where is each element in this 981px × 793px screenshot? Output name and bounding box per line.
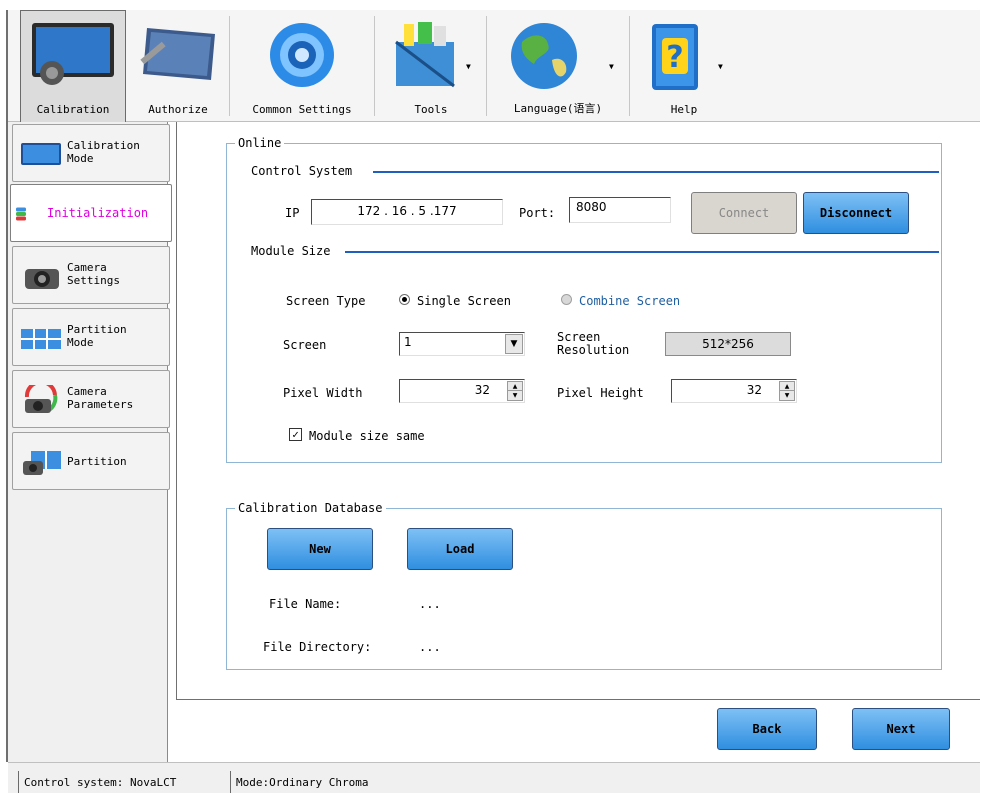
online-group: Online Control System IP 172 . 16 . 5 .1… xyxy=(226,136,942,463)
grid-icon xyxy=(21,329,61,349)
main-toolbar: Calibration Authorize Common Settings ▼ … xyxy=(8,10,980,122)
load-button[interactable]: Load xyxy=(407,528,513,570)
camera-partition-icon xyxy=(23,451,61,475)
spin-up-icon[interactable]: ▲ xyxy=(508,382,522,391)
sidebar-item-partition[interactable]: Partition xyxy=(12,432,170,490)
file-name-value: ... xyxy=(419,597,441,611)
pixel-height-label: Pixel Height xyxy=(557,386,644,400)
combine-screen-label[interactable]: Combine Screen xyxy=(579,294,680,308)
module-size-same-checkbox[interactable]: ✓ xyxy=(289,428,302,441)
monitor-icon xyxy=(21,143,61,165)
toolbar-label: Help xyxy=(670,103,698,116)
sidebar-item-label: Camera Parameters xyxy=(67,385,134,411)
pixel-height-value: 32 xyxy=(746,383,762,397)
module-size-same-label[interactable]: Module size same xyxy=(309,429,425,443)
chevron-down-icon[interactable]: ▼ xyxy=(466,62,471,71)
screen-resolution-value: 512*256 xyxy=(665,332,791,356)
ip-address-input[interactable]: 172 . 16 . 5 .177 xyxy=(311,199,503,225)
single-screen-radio[interactable] xyxy=(399,294,410,305)
sidebar-item-initialization[interactable]: Initialization xyxy=(10,184,172,242)
file-directory-value: ... xyxy=(419,640,441,654)
screen-resolution-label: Screen Resolution xyxy=(557,330,630,357)
toolbar-label: Tools xyxy=(414,103,448,116)
toolbar-label: Language(语言) xyxy=(513,102,603,115)
help-book-icon: ? xyxy=(651,24,698,90)
new-button[interactable]: New xyxy=(267,528,373,570)
pixel-height-spinner[interactable]: ▲ ▼ xyxy=(779,381,795,401)
main-panel: Online Control System IP 172 . 16 . 5 .1… xyxy=(176,122,980,700)
chevron-down-icon[interactable]: ▼ xyxy=(505,334,523,354)
toolbar-calibration-button[interactable]: Calibration xyxy=(20,10,126,122)
toolbar-label: Authorize xyxy=(148,103,208,116)
pixel-width-stepper[interactable]: 32 ▲ ▼ xyxy=(399,379,525,403)
sidebar-item-label: Partition xyxy=(67,455,127,468)
spin-down-icon[interactable]: ▼ xyxy=(780,391,794,400)
toolbox-icon xyxy=(394,22,455,88)
status-mode: Mode:Ordinary Chroma xyxy=(230,771,405,793)
toolbar-separator xyxy=(374,16,375,116)
screen-type-label: Screen Type xyxy=(286,294,366,308)
control-system-title: Control System xyxy=(251,164,357,178)
port-label: Port: xyxy=(519,206,556,220)
file-name-label: File Name: xyxy=(269,597,342,611)
module-size-title: Module Size xyxy=(251,244,335,258)
combine-screen-radio[interactable] xyxy=(561,294,572,305)
toolbar-label: Calibration xyxy=(36,103,110,116)
single-screen-label[interactable]: Single Screen xyxy=(417,294,511,308)
toolbar-authorize-button[interactable]: Authorize xyxy=(130,10,226,122)
app-window: Calibration Authorize Common Settings ▼ … xyxy=(0,0,981,793)
toolbar-help-button[interactable]: ? ▼ Help xyxy=(632,10,736,122)
sidebar-item-calibration-mode[interactable]: Calibration Mode xyxy=(12,124,170,182)
toolbar-separator xyxy=(629,16,630,116)
file-directory-label: File Directory: xyxy=(263,640,372,654)
svg-text:?: ? xyxy=(666,40,683,75)
screen-label: Screen xyxy=(283,338,327,352)
section-divider xyxy=(345,251,939,253)
pixel-width-label: Pixel Width xyxy=(283,386,363,400)
port-input[interactable]: 8080 xyxy=(569,197,671,223)
monitor-camera-icon xyxy=(32,23,114,85)
status-control-system: Control system: NovaLCT xyxy=(18,771,223,793)
disconnect-button[interactable]: Disconnect xyxy=(803,192,909,234)
screen-select-value: 1 xyxy=(404,335,412,349)
camera-cycle-icon xyxy=(24,385,58,413)
online-group-title: Online xyxy=(235,136,285,150)
sidebar-item-label: Camera Settings xyxy=(67,261,120,287)
status-bar: Control system: NovaLCT Mode:Ordinary Ch… xyxy=(8,762,980,793)
next-button[interactable]: Next xyxy=(852,708,950,750)
toolbar-tools-button[interactable]: ▼ Tools xyxy=(378,10,484,122)
toolbar-label: Common Settings xyxy=(252,103,352,116)
sidebar-item-camera-parameters[interactable]: Camera Parameters xyxy=(12,370,170,428)
sidebar-item-label: Initialization xyxy=(47,206,149,220)
ip-label: IP xyxy=(285,206,300,220)
pixel-width-spinner[interactable]: ▲ ▼ xyxy=(507,381,523,401)
pixel-width-value: 32 xyxy=(474,383,490,397)
sidebar: Calibration Mode Initialization Camera S… xyxy=(8,122,172,762)
gear-icon xyxy=(270,23,334,87)
sidebar-item-label: Partition Mode xyxy=(67,323,127,349)
sidebar-item-label: Calibration Mode xyxy=(67,139,140,165)
camera-icon xyxy=(25,269,59,289)
chevron-down-icon[interactable]: ▼ xyxy=(718,62,723,71)
toolbar-language-button[interactable]: ▼ Language(语言) xyxy=(489,10,627,122)
globe-icon xyxy=(511,23,578,89)
toolbar-separator xyxy=(486,16,487,116)
spin-up-icon[interactable]: ▲ xyxy=(780,382,794,391)
calibration-database-group: Calibration Database New Load File Name:… xyxy=(226,501,942,670)
panel-wrench-icon xyxy=(140,28,215,80)
chevron-down-icon[interactable]: ▼ xyxy=(609,62,614,71)
sidebar-item-partition-mode[interactable]: Partition Mode xyxy=(12,308,170,366)
sidebar-item-camera-settings[interactable]: Camera Settings xyxy=(12,246,170,304)
database-icon xyxy=(16,207,26,221)
pixel-height-stepper[interactable]: 32 ▲ ▼ xyxy=(671,379,797,403)
section-divider xyxy=(373,171,939,173)
calibration-database-title: Calibration Database xyxy=(235,501,386,515)
spin-down-icon[interactable]: ▼ xyxy=(508,391,522,400)
back-button[interactable]: Back xyxy=(717,708,817,750)
toolbar-common-settings-button[interactable]: Common Settings xyxy=(232,10,372,122)
screen-select[interactable]: 1 ▼ xyxy=(399,332,525,356)
toolbar-separator xyxy=(229,16,230,116)
connect-button[interactable]: Connect xyxy=(691,192,797,234)
